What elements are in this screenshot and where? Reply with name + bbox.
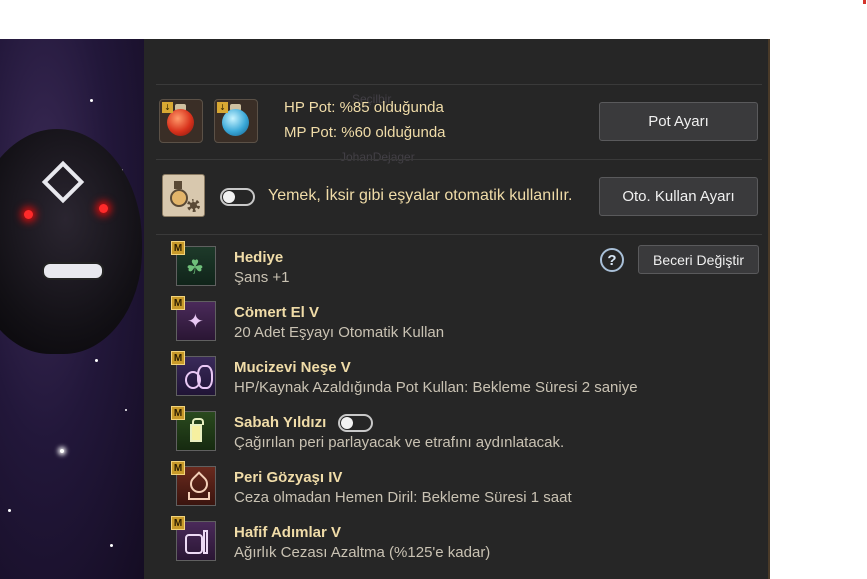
background-artwork <box>0 39 148 579</box>
help-icon[interactable]: ? <box>600 248 624 272</box>
auto-use-description: Yemek, İksir gibi eşyalar otomatik kulla… <box>268 187 573 204</box>
auto-use-settings-button[interactable]: Oto. Kullan Ayarı <box>599 177 758 216</box>
change-skill-button[interactable]: Beceri Değiştir <box>638 245 759 274</box>
divider <box>156 159 762 160</box>
skill-description: Ceza olmadan Hemen Diril: Bekleme Süresi… <box>234 489 572 506</box>
mastery-badge: M <box>171 516 185 530</box>
top-white-bar <box>0 0 867 39</box>
pot-settings-button[interactable]: Pot Ayarı <box>599 102 758 141</box>
skill-description: Çağırılan peri parlayacak ve etrafını ay… <box>234 434 565 451</box>
skill-name: Hafif Adımlar V <box>234 524 341 541</box>
mp-pot-threshold: MP Pot: %60 olduğunda <box>284 124 446 141</box>
skill-description: Ağırlık Cezası Azaltma (%125'e kadar) <box>234 544 491 561</box>
auto-use-panel: Seçilbir JohanDejager ↓ ↓ HP Pot: %85 ol… <box>144 39 770 579</box>
mastery-badge: M <box>171 351 185 365</box>
skill-name: Hediye <box>234 249 284 266</box>
skill-name: Cömert El V <box>234 304 320 321</box>
mastery-badge: M <box>171 241 185 255</box>
mastery-badge: M <box>171 406 185 420</box>
mastery-badge: M <box>171 296 185 310</box>
dark-creature-illustration <box>0 129 142 354</box>
divider <box>156 234 762 235</box>
morning-star-toggle[interactable] <box>338 414 373 432</box>
divider <box>156 84 762 85</box>
skill-name: Peri Gözyaşı IV <box>234 469 343 486</box>
auto-use-toggle[interactable] <box>220 188 255 206</box>
mp-potion-icon[interactable]: ↓ <box>214 99 258 143</box>
auto-use-flask-gear-icon <box>162 174 205 217</box>
hp-pot-threshold: HP Pot: %85 olduğunda <box>284 99 444 116</box>
skill-description: 20 Adet Eşyayı Otomatik Kullan <box>234 324 445 341</box>
hp-potion-icon[interactable]: ↓ <box>159 99 203 143</box>
mastery-badge: M <box>171 461 185 475</box>
skill-description: Şans +1 <box>234 269 290 286</box>
corner-marker <box>863 0 866 4</box>
skill-description: HP/Kaynak Azaldığında Pot Kullan: Beklem… <box>234 379 638 396</box>
skill-name: Sabah Yıldızı <box>234 414 327 431</box>
skill-name: Mucizevi Neşe V <box>234 359 351 376</box>
